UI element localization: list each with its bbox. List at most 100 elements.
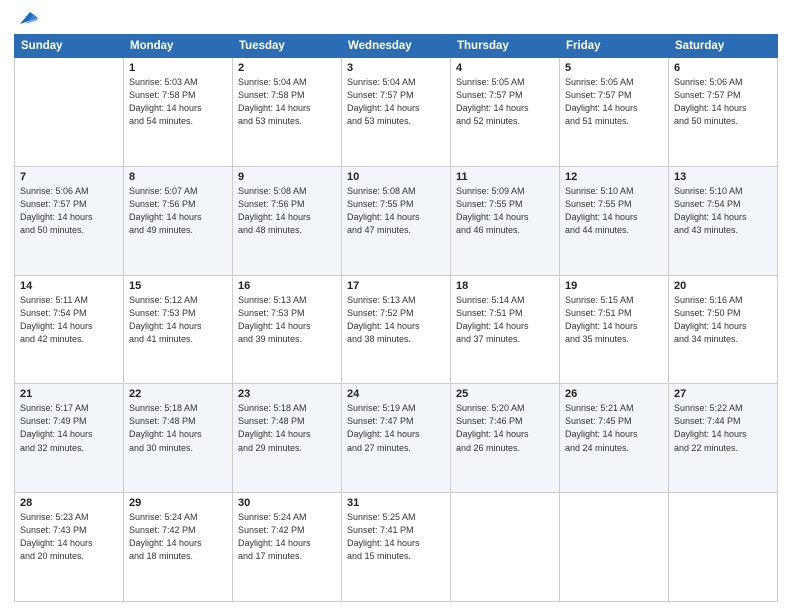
- day-number: 2: [238, 62, 336, 74]
- day-number: 12: [565, 171, 663, 183]
- day-info: Sunrise: 5:20 AM Sunset: 7:46 PM Dayligh…: [456, 402, 554, 454]
- day-number: 24: [347, 388, 445, 400]
- cell-3-4: 17 Sunrise: 5:13 AM Sunset: 7:52 PM Dayli…: [342, 275, 451, 384]
- cell-2-2: 8 Sunrise: 5:07 AM Sunset: 7:56 PM Daylig…: [124, 166, 233, 275]
- cell-4-2: 22 Sunrise: 5:18 AM Sunset: 7:48 PM Dayli…: [124, 384, 233, 493]
- day-info: Sunrise: 5:24 AM Sunset: 7:42 PM Dayligh…: [129, 511, 227, 563]
- day-info: Sunrise: 5:04 AM Sunset: 7:57 PM Dayligh…: [347, 76, 445, 128]
- day-number: 6: [674, 62, 772, 74]
- day-info: Sunrise: 5:08 AM Sunset: 7:56 PM Dayligh…: [238, 185, 336, 237]
- week-row-3: 14 Sunrise: 5:11 AM Sunset: 7:54 PM Dayli…: [15, 275, 778, 384]
- day-info: Sunrise: 5:19 AM Sunset: 7:47 PM Dayligh…: [347, 402, 445, 454]
- col-header-thursday: Thursday: [451, 35, 560, 58]
- day-info: Sunrise: 5:03 AM Sunset: 7:58 PM Dayligh…: [129, 76, 227, 128]
- cell-4-7: 27 Sunrise: 5:22 AM Sunset: 7:44 PM Dayli…: [669, 384, 778, 493]
- day-info: Sunrise: 5:16 AM Sunset: 7:50 PM Dayligh…: [674, 294, 772, 346]
- day-info: Sunrise: 5:23 AM Sunset: 7:43 PM Dayligh…: [20, 511, 118, 563]
- day-number: 21: [20, 388, 118, 400]
- cell-2-4: 10Sunrise: 5:08 AM Sunset: 7:55 PM Dayli…: [342, 166, 451, 275]
- cell-1-7: 6 Sunrise: 5:06 AM Sunset: 7:57 PM Daylig…: [669, 58, 778, 167]
- day-info: Sunrise: 5:12 AM Sunset: 7:53 PM Dayligh…: [129, 294, 227, 346]
- cell-3-1: 14 Sunrise: 5:11 AM Sunset: 7:54 PM Dayli…: [15, 275, 124, 384]
- col-header-saturday: Saturday: [669, 35, 778, 58]
- col-header-wednesday: Wednesday: [342, 35, 451, 58]
- page: SundayMondayTuesdayWednesdayThursdayFrid…: [0, 0, 792, 612]
- cell-3-6: 19 Sunrise: 5:15 AM Sunset: 7:51 PM Dayli…: [560, 275, 669, 384]
- cell-2-5: 11 Sunrise: 5:09 AM Sunset: 7:55 PM Dayli…: [451, 166, 560, 275]
- cell-5-4: 31Sunrise: 5:25 AM Sunset: 7:41 PM Dayli…: [342, 493, 451, 602]
- cell-3-2: 15 Sunrise: 5:12 AM Sunset: 7:53 PM Dayli…: [124, 275, 233, 384]
- cell-1-2: 1 Sunrise: 5:03 AM Sunset: 7:58 PM Daylig…: [124, 58, 233, 167]
- day-number: 30: [238, 497, 336, 509]
- cell-1-5: 4Sunrise: 5:05 AM Sunset: 7:57 PM Daylig…: [451, 58, 560, 167]
- header-row: SundayMondayTuesdayWednesdayThursdayFrid…: [15, 35, 778, 58]
- day-number: 15: [129, 280, 227, 292]
- day-info: Sunrise: 5:18 AM Sunset: 7:48 PM Dayligh…: [129, 402, 227, 454]
- cell-4-5: 25 Sunrise: 5:20 AM Sunset: 7:46 PM Dayli…: [451, 384, 560, 493]
- day-number: 14: [20, 280, 118, 292]
- day-info: Sunrise: 5:06 AM Sunset: 7:57 PM Dayligh…: [674, 76, 772, 128]
- day-info: Sunrise: 5:14 AM Sunset: 7:51 PM Dayligh…: [456, 294, 554, 346]
- day-info: Sunrise: 5:18 AM Sunset: 7:48 PM Dayligh…: [238, 402, 336, 454]
- day-info: Sunrise: 5:05 AM Sunset: 7:57 PM Dayligh…: [456, 76, 554, 128]
- cell-2-1: 7Sunrise: 5:06 AM Sunset: 7:57 PM Daylig…: [15, 166, 124, 275]
- day-number: 18: [456, 280, 554, 292]
- day-number: 31: [347, 497, 445, 509]
- cell-5-1: 28 Sunrise: 5:23 AM Sunset: 7:43 PM Dayli…: [15, 493, 124, 602]
- day-number: 20: [674, 280, 772, 292]
- day-number: 8: [129, 171, 227, 183]
- day-info: Sunrise: 5:08 AM Sunset: 7:55 PM Dayligh…: [347, 185, 445, 237]
- week-row-4: 21 Sunrise: 5:17 AM Sunset: 7:49 PM Dayli…: [15, 384, 778, 493]
- day-number: 22: [129, 388, 227, 400]
- day-number: 23: [238, 388, 336, 400]
- cell-3-3: 16 Sunrise: 5:13 AM Sunset: 7:53 PM Dayli…: [233, 275, 342, 384]
- day-number: 28: [20, 497, 118, 509]
- day-number: 29: [129, 497, 227, 509]
- day-number: 1: [129, 62, 227, 74]
- cell-4-6: 26Sunrise: 5:21 AM Sunset: 7:45 PM Dayli…: [560, 384, 669, 493]
- day-info: Sunrise: 5:10 AM Sunset: 7:54 PM Dayligh…: [674, 185, 772, 237]
- day-number: 19: [565, 280, 663, 292]
- logo-icon: [16, 6, 38, 28]
- logo: [14, 10, 38, 28]
- day-info: Sunrise: 5:04 AM Sunset: 7:58 PM Dayligh…: [238, 76, 336, 128]
- col-header-friday: Friday: [560, 35, 669, 58]
- day-info: Sunrise: 5:09 AM Sunset: 7:55 PM Dayligh…: [456, 185, 554, 237]
- day-number: 9: [238, 171, 336, 183]
- day-number: 5: [565, 62, 663, 74]
- day-info: Sunrise: 5:07 AM Sunset: 7:56 PM Dayligh…: [129, 185, 227, 237]
- day-number: 17: [347, 280, 445, 292]
- day-number: 16: [238, 280, 336, 292]
- day-info: Sunrise: 5:11 AM Sunset: 7:54 PM Dayligh…: [20, 294, 118, 346]
- header: [14, 10, 778, 28]
- cell-1-1: [15, 58, 124, 167]
- day-info: Sunrise: 5:13 AM Sunset: 7:52 PM Dayligh…: [347, 294, 445, 346]
- week-row-1: 1 Sunrise: 5:03 AM Sunset: 7:58 PM Daylig…: [15, 58, 778, 167]
- cell-4-1: 21 Sunrise: 5:17 AM Sunset: 7:49 PM Dayli…: [15, 384, 124, 493]
- cell-5-5: [451, 493, 560, 602]
- day-info: Sunrise: 5:06 AM Sunset: 7:57 PM Dayligh…: [20, 185, 118, 237]
- calendar-table: SundayMondayTuesdayWednesdayThursdayFrid…: [14, 34, 778, 602]
- cell-5-6: [560, 493, 669, 602]
- day-info: Sunrise: 5:13 AM Sunset: 7:53 PM Dayligh…: [238, 294, 336, 346]
- cell-4-4: 24 Sunrise: 5:19 AM Sunset: 7:47 PM Dayli…: [342, 384, 451, 493]
- cell-1-4: 3 Sunrise: 5:04 AM Sunset: 7:57 PM Daylig…: [342, 58, 451, 167]
- day-number: 3: [347, 62, 445, 74]
- col-header-monday: Monday: [124, 35, 233, 58]
- cell-3-7: 20 Sunrise: 5:16 AM Sunset: 7:50 PM Dayli…: [669, 275, 778, 384]
- day-info: Sunrise: 5:10 AM Sunset: 7:55 PM Dayligh…: [565, 185, 663, 237]
- day-number: 25: [456, 388, 554, 400]
- day-info: Sunrise: 5:17 AM Sunset: 7:49 PM Dayligh…: [20, 402, 118, 454]
- week-row-5: 28 Sunrise: 5:23 AM Sunset: 7:43 PM Dayli…: [15, 493, 778, 602]
- day-number: 27: [674, 388, 772, 400]
- cell-1-6: 5Sunrise: 5:05 AM Sunset: 7:57 PM Daylig…: [560, 58, 669, 167]
- day-info: Sunrise: 5:22 AM Sunset: 7:44 PM Dayligh…: [674, 402, 772, 454]
- day-info: Sunrise: 5:24 AM Sunset: 7:42 PM Dayligh…: [238, 511, 336, 563]
- cell-2-7: 13Sunrise: 5:10 AM Sunset: 7:54 PM Dayli…: [669, 166, 778, 275]
- day-number: 26: [565, 388, 663, 400]
- day-info: Sunrise: 5:15 AM Sunset: 7:51 PM Dayligh…: [565, 294, 663, 346]
- cell-2-3: 9 Sunrise: 5:08 AM Sunset: 7:56 PM Daylig…: [233, 166, 342, 275]
- cell-5-7: [669, 493, 778, 602]
- cell-3-5: 18 Sunrise: 5:14 AM Sunset: 7:51 PM Dayli…: [451, 275, 560, 384]
- day-number: 11: [456, 171, 554, 183]
